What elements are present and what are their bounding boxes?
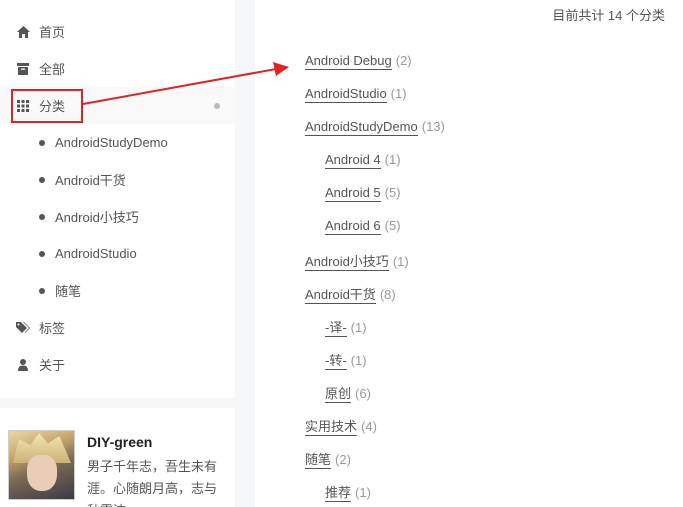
category-link[interactable]: AndroidStudio xyxy=(305,86,387,103)
menu-item-archive[interactable]: 全部 xyxy=(0,50,235,87)
category-link[interactable]: Android 4 xyxy=(325,152,381,169)
category-count: (1) xyxy=(392,254,409,269)
category-link[interactable]: Android 6 xyxy=(325,218,381,235)
category-item[interactable]: Android干货 (8) xyxy=(305,284,396,304)
category-link[interactable]: 实用技术 xyxy=(305,419,358,436)
home-icon xyxy=(16,25,30,39)
author-name: DIY-green xyxy=(87,434,153,450)
sub-item-label: AndroidStudio xyxy=(55,246,137,261)
bullet-icon xyxy=(39,176,45,183)
sub-item-androidstudio[interactable]: AndroidStudio xyxy=(0,235,235,272)
category-count: (1) xyxy=(390,86,407,101)
sub-item-android-ganhuo[interactable]: Android干货 xyxy=(0,161,235,198)
tags-icon xyxy=(16,321,30,335)
sub-item-android-tips[interactable]: Android小技巧 xyxy=(0,198,235,235)
archive-icon xyxy=(16,62,30,76)
category-item[interactable]: Android小技巧 (1) xyxy=(305,251,409,271)
category-count: (5) xyxy=(384,218,401,233)
avatar[interactable] xyxy=(8,430,75,500)
category-link[interactable]: Android Debug xyxy=(305,53,392,70)
user-icon xyxy=(16,358,30,372)
menu-label: 全部 xyxy=(39,62,66,77)
category-count: (8) xyxy=(379,287,396,302)
menu-item-tags[interactable]: 标签 xyxy=(0,309,235,346)
category-count: (13) xyxy=(421,119,445,134)
category-link[interactable]: Android干货 xyxy=(305,287,376,304)
menu-label: 关于 xyxy=(39,358,66,373)
category-item[interactable]: Android 4 (1) xyxy=(325,152,401,169)
category-link[interactable]: Android小技巧 xyxy=(305,254,389,271)
sub-item-androidstudydemo[interactable]: AndroidStudyDemo xyxy=(0,124,235,161)
author-bio: 男子千年志，吾生未有涯。心随朗月高，志与秋霜洁 xyxy=(87,459,218,507)
category-count: (2) xyxy=(395,53,412,68)
bullet-icon xyxy=(39,287,45,294)
bullet-icon xyxy=(39,213,45,220)
category-link[interactable]: AndroidStudyDemo xyxy=(305,119,418,136)
category-count: (5) xyxy=(384,185,401,200)
sub-item-label: 随笔 xyxy=(55,284,82,299)
sidebar: 首页 全部 分类 AndroidStudyDemo Android干货 Andr… xyxy=(0,0,235,398)
category-count: (2) xyxy=(335,452,351,467)
category-item[interactable]: Android 5 (5) xyxy=(325,185,401,202)
category-item[interactable]: AndroidStudyDemo (13) xyxy=(305,119,445,136)
category-link[interactable]: -译- xyxy=(325,320,347,337)
menu-label: 标签 xyxy=(39,321,66,336)
category-link[interactable]: 推荐 xyxy=(325,485,352,502)
sub-item-label: Android干货 xyxy=(55,173,126,188)
category-link[interactable]: 随笔 xyxy=(305,452,332,469)
menu-item-home[interactable]: 首页 xyxy=(0,13,235,50)
category-item[interactable]: Android Debug (2) xyxy=(305,53,412,70)
category-item[interactable]: 推荐 (1) xyxy=(325,482,371,502)
bullet-icon xyxy=(39,250,45,257)
sub-item-label: Android小技巧 xyxy=(55,210,139,225)
category-item[interactable]: Android 6 (5) xyxy=(325,218,401,235)
category-item[interactable]: -译- (1) xyxy=(325,317,367,337)
menu-label: 首页 xyxy=(39,25,66,40)
category-count: (1) xyxy=(350,353,367,368)
category-total: 目前共计 14 个分类 xyxy=(552,8,665,23)
category-count: (6) xyxy=(355,386,371,401)
category-item[interactable]: -转- (1) xyxy=(325,350,367,370)
category-link[interactable]: 原创 xyxy=(325,386,352,403)
menu-item-about[interactable]: 关于 xyxy=(0,346,235,383)
category-item[interactable]: 随笔 (2) xyxy=(305,449,351,469)
category-link[interactable]: -转- xyxy=(325,353,347,370)
category-link[interactable]: Android 5 xyxy=(325,185,381,202)
category-count: (1) xyxy=(355,485,371,500)
annotation-highlight-box xyxy=(11,89,83,123)
category-count: (4) xyxy=(361,419,377,434)
category-item[interactable]: 原创 (6) xyxy=(325,383,371,403)
active-indicator xyxy=(214,103,220,109)
sub-item-label: AndroidStudyDemo xyxy=(55,135,168,150)
category-count: (1) xyxy=(384,152,401,167)
sub-item-essay[interactable]: 随笔 xyxy=(0,272,235,309)
category-item[interactable]: AndroidStudio (1) xyxy=(305,86,407,103)
category-item[interactable]: 实用技术 (4) xyxy=(305,416,377,436)
category-count: (1) xyxy=(350,320,367,335)
bullet-icon xyxy=(39,139,45,146)
